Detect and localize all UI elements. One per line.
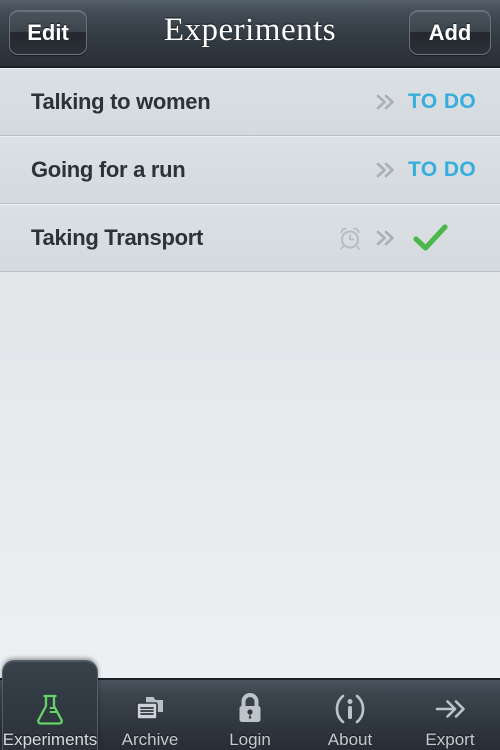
tab-about[interactable]: About xyxy=(300,680,400,750)
double-chevron-icon xyxy=(376,162,394,178)
lock-icon xyxy=(239,693,261,722)
tab-bar: Experiments Archive Login About Export xyxy=(0,660,500,750)
flask-icon xyxy=(37,694,63,725)
add-button[interactable]: Add xyxy=(409,10,491,55)
experiment-title: Going for a run xyxy=(31,156,186,182)
archive-icon xyxy=(136,697,163,720)
row-accessories: TO DO xyxy=(372,68,500,136)
navigation-bar: Edit Experiments Add xyxy=(0,0,500,68)
double-chevron-icon xyxy=(376,94,394,110)
tab-experiments[interactable]: Experiments xyxy=(0,660,100,750)
table-row[interactable]: Talking to women TO DO xyxy=(0,68,500,136)
tab-label: Login xyxy=(229,730,271,749)
tab-label: Export xyxy=(425,730,475,749)
tab-label: Experiments xyxy=(2,730,98,749)
status-badge: TO DO xyxy=(408,158,477,181)
alarm-clock-icon xyxy=(340,227,360,250)
double-chevron-icon xyxy=(376,230,394,246)
tab-login[interactable]: Login xyxy=(200,680,300,750)
tab-label: Archive xyxy=(121,730,179,749)
experiments-list: Talking to women TO DO Going for a run T… xyxy=(0,68,500,272)
table-row[interactable]: Taking Transport xyxy=(0,204,500,272)
status-badge: TO DO xyxy=(408,90,477,113)
tab-export[interactable]: Export xyxy=(400,680,500,750)
checkmark-icon xyxy=(413,224,448,251)
info-icon xyxy=(335,694,365,724)
row-accessories xyxy=(337,204,500,272)
tab-label: About xyxy=(327,730,373,749)
add-button-label: Add xyxy=(428,19,472,45)
table-row[interactable]: Going for a run TO DO xyxy=(0,136,500,204)
app-screen: Edit Experiments Add Talking to women TO… xyxy=(0,0,500,750)
export-arrow-icon xyxy=(435,700,465,718)
experiment-title: Talking to women xyxy=(31,88,211,114)
row-accessories: TO DO xyxy=(372,136,500,204)
experiment-title: Taking Transport xyxy=(31,224,204,250)
tab-archive[interactable]: Archive xyxy=(100,680,200,750)
status-badge xyxy=(408,222,500,254)
